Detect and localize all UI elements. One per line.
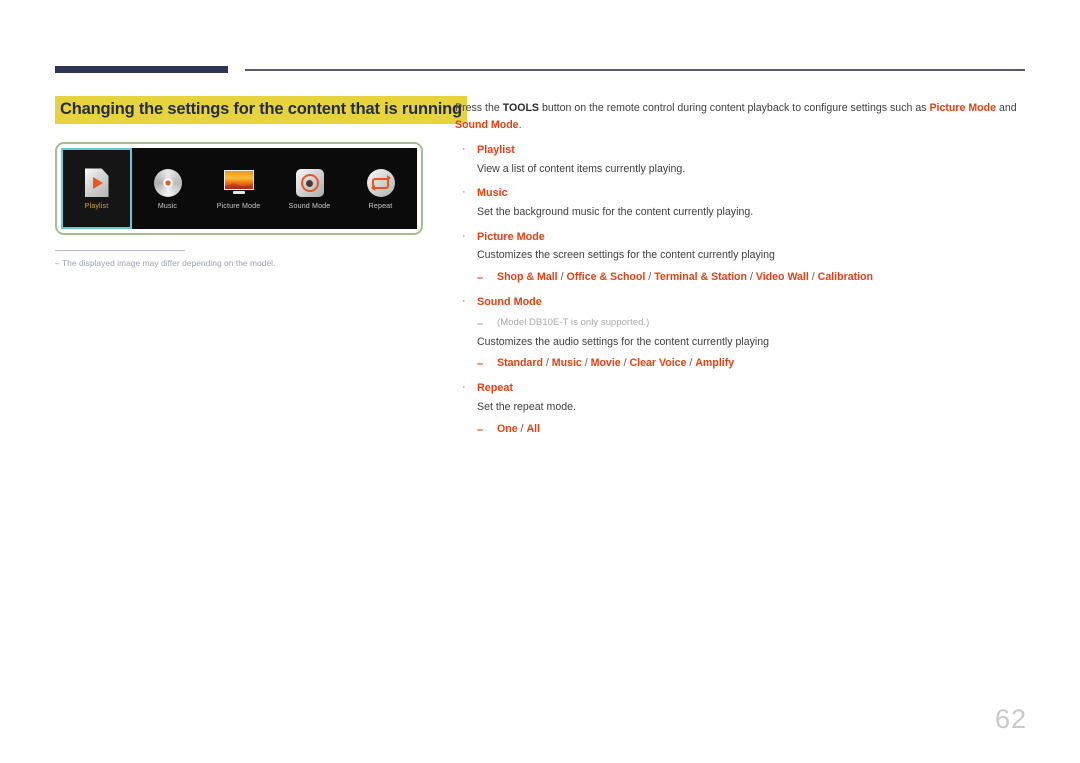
figure-note-text: The displayed image may differ depending… [62, 258, 276, 268]
list-item: · Sound Mode – (Model DB10E-T is only su… [455, 294, 1035, 374]
model-support-text: (Model DB10E-T is only supported.) [497, 316, 650, 328]
sound-mode-keyword: Sound Mode [455, 119, 519, 132]
list-item-body: View a list of content items currently p… [477, 162, 686, 175]
figure-note-line: – The displayed image may differ dependin… [55, 258, 415, 268]
list-item-title: Repeat [477, 382, 514, 395]
dash-marker: – [477, 317, 484, 330]
bullet-marker: · [462, 186, 466, 199]
menu-item-label: Picture Mode [216, 202, 261, 211]
menu-item-label: Sound Mode [288, 202, 331, 211]
dash-marker: – [477, 271, 484, 284]
bullet-row: · Repeat [455, 380, 1035, 398]
menu-item-label: Music [157, 202, 178, 211]
list-item-body: Set the repeat mode. [477, 401, 576, 414]
bullet-row: · Sound Mode [455, 294, 1035, 312]
options-row: – One / All [477, 421, 1035, 439]
music-cd-icon [153, 168, 183, 198]
list-item-body: Customizes the audio settings for the co… [477, 335, 770, 348]
playlist-page-play-icon [82, 168, 112, 198]
content-column: Press the TOOLS button on the remote con… [455, 100, 1035, 439]
list-item-title: Picture Mode [477, 230, 545, 243]
bullet-row: · Playlist [455, 142, 1035, 160]
picture-mode-keyword: Picture Mode [929, 102, 996, 114]
bullet-row: · Music [455, 185, 1035, 203]
menu-item-label: Repeat [368, 202, 393, 211]
figure-note: – The displayed image may differ dependin… [55, 250, 415, 268]
osd-menu-bar: Playlist Music Picture Mode Sound Mode R… [61, 148, 417, 229]
monitor-picture-icon [223, 168, 254, 198]
options-row: – Standard / Music / Movie / Clear Voice… [477, 355, 1035, 373]
bullet-marker: · [462, 381, 466, 394]
dash-marker: – [477, 423, 484, 436]
list-item: · Repeat Set the repeat mode. – One / Al… [455, 380, 1035, 438]
intro-part3: and [996, 102, 1017, 114]
list-item-body: Set the background music for the content… [477, 206, 754, 219]
list-item-title: Music [477, 187, 508, 200]
list-item-body: Customizes the screen settings for the c… [477, 249, 775, 262]
list-item: · Music Set the background music for the… [455, 185, 1035, 221]
page-number: 62 [994, 704, 1027, 734]
content-settings-figure: Playlist Music Picture Mode Sound Mode R… [55, 142, 423, 235]
list-item-title: Sound Mode [477, 295, 542, 308]
menu-item-sound-mode[interactable]: Sound Mode [274, 148, 345, 229]
dash-marker: – [477, 358, 484, 371]
menu-item-music[interactable]: Music [132, 148, 203, 229]
bullet-marker: · [462, 142, 466, 155]
bullet-row: · Picture Mode [455, 229, 1035, 247]
options-list: One / All [497, 422, 540, 435]
intro-part2: button on the remote control during cont… [539, 102, 930, 114]
speaker-sound-icon [295, 168, 325, 198]
page-title: Changing the settings for the content th… [55, 96, 467, 124]
intro-part4: . [518, 119, 522, 132]
tools-keyword: TOOLS [502, 102, 540, 114]
menu-item-label: Playlist [84, 202, 109, 211]
intro-paragraph: Press the TOOLS button on the remote con… [455, 100, 1035, 135]
options-row: – Shop & Mall / Office & School / Termin… [477, 269, 1035, 287]
menu-item-repeat[interactable]: Repeat [345, 148, 416, 229]
header-rule [0, 0, 1080, 80]
figure-note-divider [55, 250, 185, 251]
header-rule-thick [55, 66, 228, 73]
header-rule-thin [245, 69, 1025, 71]
menu-item-picture-mode[interactable]: Picture Mode [203, 148, 274, 229]
bullet-marker: · [462, 294, 466, 307]
bullet-marker: · [462, 229, 466, 242]
left-column: Changing the settings for the content th… [55, 96, 467, 124]
list-item-title: Playlist [477, 143, 515, 156]
model-support-note: – (Model DB10E-T is only supported.) [477, 315, 1035, 333]
repeat-loop-icon [366, 168, 396, 198]
intro-part1: Press the [455, 102, 503, 114]
options-list: Standard / Music / Movie / Clear Voice /… [497, 357, 735, 370]
menu-item-playlist[interactable]: Playlist [61, 148, 132, 229]
list-item: · Picture Mode Customizes the screen set… [455, 229, 1035, 287]
options-list: Shop & Mall / Office & School / Terminal… [497, 270, 873, 283]
list-item: · Playlist View a list of content items … [455, 142, 1035, 178]
figure-note-dash: – [55, 258, 60, 268]
